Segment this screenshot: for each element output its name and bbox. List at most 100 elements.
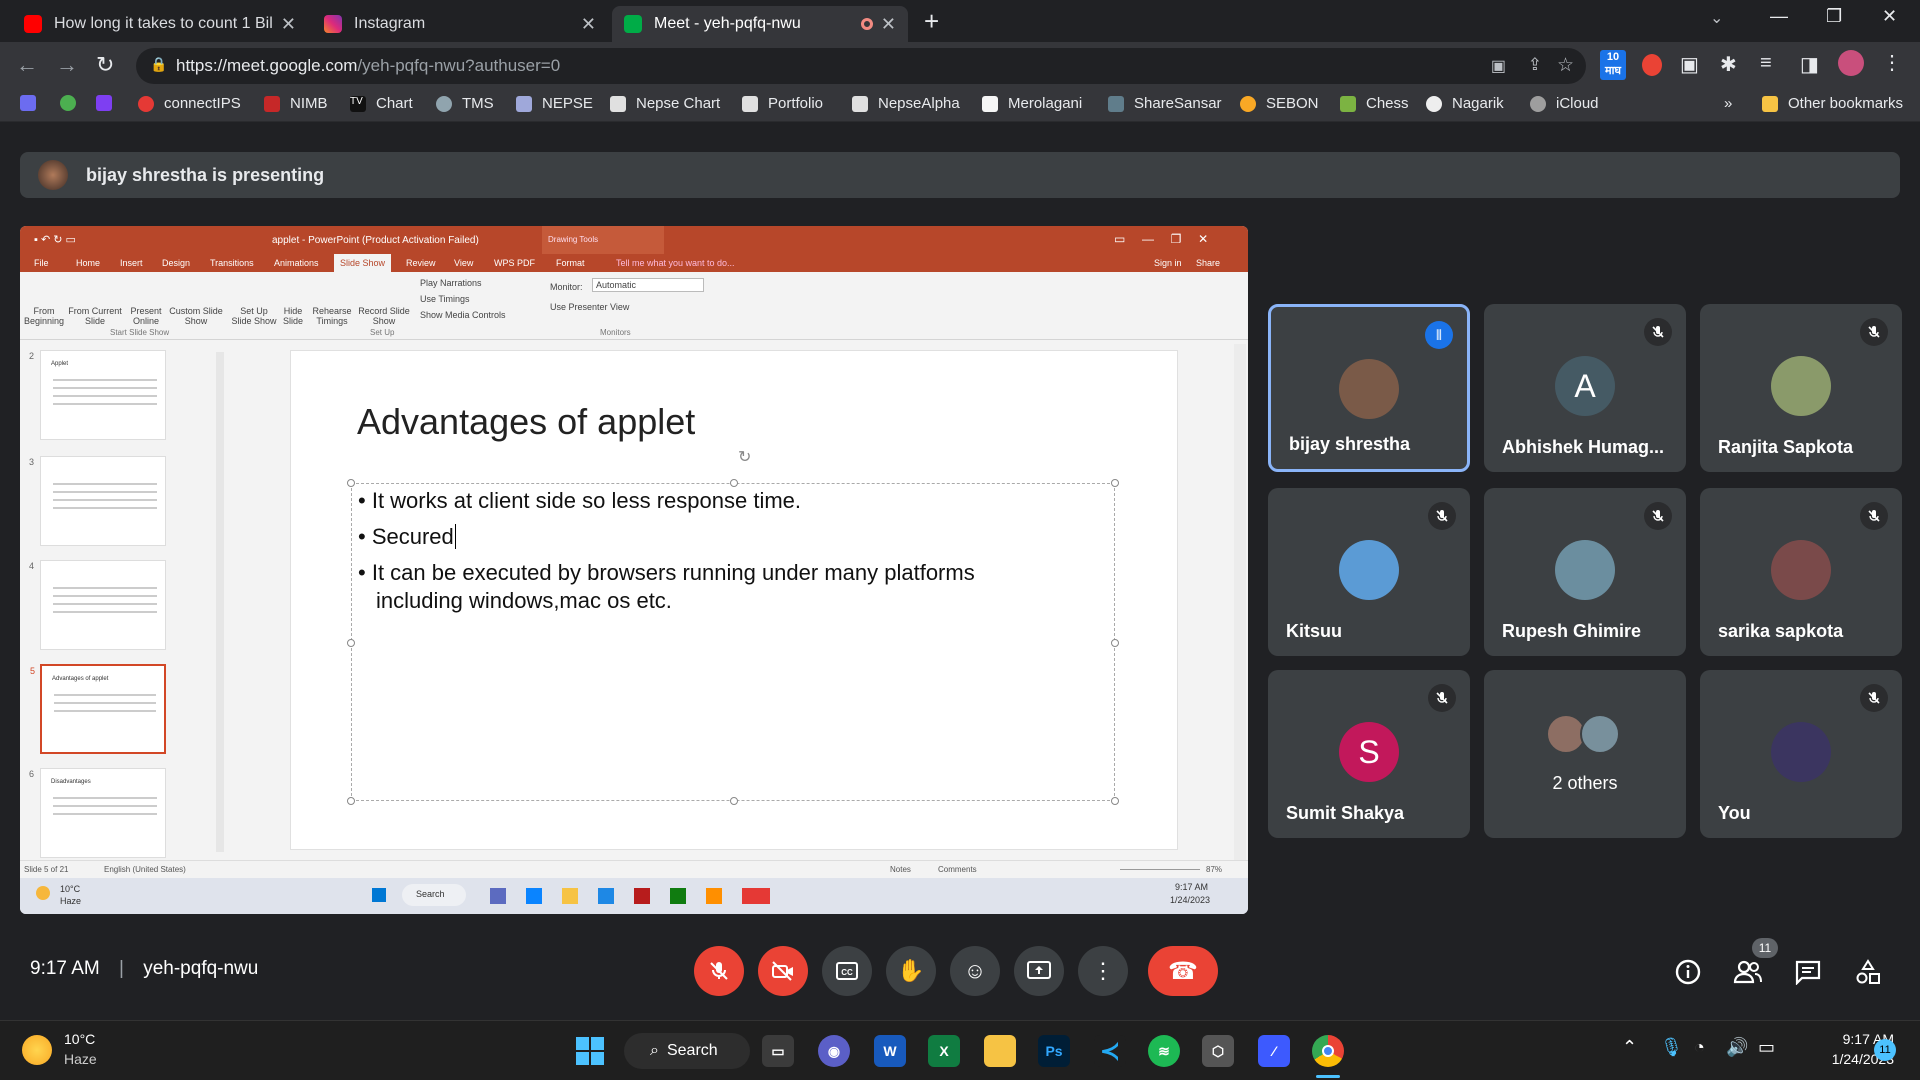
present-button[interactable] [1014,946,1064,996]
raise-hand-button[interactable]: ✋ [886,946,936,996]
close-icon[interactable]: ✕ [281,14,296,35]
task-view-icon[interactable]: ▭ [762,1035,794,1067]
participant-tile[interactable]: sarika sapkota [1700,488,1902,656]
back-icon[interactable]: ← [16,52,38,78]
bookmark-sebon[interactable]: SEBON [1240,95,1319,112]
address-bar[interactable]: 🔒 https://meet.google.com/yeh-pqfq-nwu?a… [136,48,1586,84]
window-close-button[interactable]: ✕ [1882,6,1897,27]
bookmark-nagarik[interactable]: Nagarik [1426,95,1504,112]
bookmark-icon-1[interactable] [20,95,46,111]
bookmark-icloud[interactable]: iCloud [1530,95,1599,112]
windows-start-button[interactable] [574,1035,606,1067]
bookmark-nepse-chart[interactable]: Nepse Chart [610,95,720,112]
participant-tile[interactable]: Kitsuu [1268,488,1470,656]
file-explorer-icon[interactable] [984,1035,1016,1067]
camera-off-button[interactable] [758,946,808,996]
tab-meet[interactable]: Meet - yeh-pqfq-nwu ✕ [612,6,908,42]
chrome-icon[interactable] [1312,1035,1344,1067]
teams-chat-icon[interactable]: ◉ [818,1035,850,1067]
photoshop-icon[interactable]: Ps [1038,1035,1070,1067]
bookmark-portfolio[interactable]: Portfolio [742,95,823,112]
mic-off-icon [710,962,728,980]
sidepanel-icon[interactable]: ◨ [1800,52,1819,77]
participant-tile[interactable]: Ranjita Sapkota [1700,304,1902,472]
extension-screen-icon[interactable]: ▣ [1680,52,1699,77]
app-icon[interactable]: ⁄ [1258,1035,1290,1067]
participant-tile[interactable]: You [1700,670,1902,838]
participant-name: Kitsuu [1286,621,1342,641]
bookmark-icon-2[interactable] [60,95,86,111]
bookmarks-bar: connectIPS NIMB TV Chart TMS NEPSE Nepse … [0,90,1920,122]
mic-muted-icon [1860,684,1888,712]
reload-icon[interactable]: ↻ [96,52,114,78]
meeting-details-button[interactable] [1670,954,1706,990]
bookmark-label: ShareSansar [1134,95,1222,112]
captions-button[interactable]: CC [822,946,872,996]
bookmark-sharesansar[interactable]: ShareSansar [1108,95,1222,112]
extension-red-icon[interactable] [1642,54,1662,76]
wifi-icon[interactable]: ◔ [1694,1037,1705,1058]
weather-icon[interactable] [22,1035,52,1065]
bookmark-nepsealpha[interactable]: NepseAlpha [852,95,960,112]
media-icon[interactable]: ≡ [1760,52,1772,75]
bookmark-icon-3[interactable] [96,95,122,111]
bookmark-merolagani[interactable]: Merolagani [982,95,1082,112]
participant-tile[interactable]: S Sumit Shakya [1268,670,1470,838]
search-label: Search [666,1042,718,1059]
more-options-button[interactable]: ⋮ [1078,946,1128,996]
bookmark-connectips[interactable]: connectIPS [138,95,241,112]
participant-tile[interactable]: A Abhishek Humag... [1484,304,1686,472]
microphone-icon[interactable]: 🎙 [1660,1037,1683,1058]
calendar-extension-icon[interactable]: 10 माघ [1600,50,1626,80]
restore-button[interactable]: ❐ [1826,6,1842,27]
activities-button[interactable] [1850,954,1886,990]
forward-icon[interactable]: → [56,52,78,78]
other-bookmarks[interactable]: Other bookmarks [1762,95,1903,112]
vscode-icon[interactable]: ≺ [1094,1035,1126,1067]
battery-icon[interactable]: ▭ [1758,1037,1775,1058]
tab-youtube[interactable]: How long it takes to count 1 Billi ✕ [12,6,308,42]
bookmarks-overflow[interactable]: » [1724,95,1732,112]
ppt-status-bar: Slide 5 of 21 English (United States) No… [20,860,1248,878]
bookmark-label: NepseAlpha [878,95,960,112]
excel-icon[interactable]: X [928,1035,960,1067]
bookmark-label: Nagarik [1452,95,1504,112]
unity-icon[interactable]: ⬡ [1202,1035,1234,1067]
participant-tile[interactable]: Rupesh Ghimire [1484,488,1686,656]
spotify-icon[interactable]: ≋ [1148,1035,1180,1067]
resize-handle [1111,639,1119,647]
participant-tile[interactable]: 2 others [1484,670,1686,838]
bookmark-chess[interactable]: Chess [1340,95,1409,112]
notification-badge[interactable]: 11 [1874,1039,1896,1061]
star-icon[interactable]: ☆ [1557,54,1574,77]
slide-title: Advantages of applet [357,401,696,442]
people-button[interactable] [1730,954,1766,990]
menu-icon[interactable]: ⋮ [1882,50,1902,75]
puzzle-icon[interactable]: ✱ [1720,52,1737,77]
resize-handle [347,479,355,487]
bookmark-chart[interactable]: TV Chart [350,95,413,112]
new-tab-button[interactable]: + [924,6,939,37]
ppt-group-label: Monitors [600,328,631,337]
reactions-button[interactable]: ☺ [950,946,1000,996]
word-icon[interactable]: W [874,1035,906,1067]
bookmark-tms[interactable]: TMS [436,95,494,112]
bookmark-nimb[interactable]: NIMB [264,95,328,112]
chat-button[interactable] [1790,954,1826,990]
close-icon[interactable]: ✕ [881,14,896,35]
share-icon[interactable]: ⇪ [1528,55,1542,75]
leave-call-button[interactable]: ☎ [1148,946,1218,996]
minimize-button[interactable]: — [1770,6,1788,27]
tab-instagram[interactable]: Instagram ✕ [312,6,608,42]
close-icon[interactable]: ✕ [581,14,596,35]
profile-avatar[interactable] [1838,50,1864,76]
participant-tile[interactable]: ⦀ bijay shrestha [1268,304,1470,472]
taskbar-search[interactable]: ⌕ Search [624,1033,750,1069]
volume-icon[interactable]: 🔊 [1726,1037,1748,1058]
chevron-up-icon[interactable]: ⌃ [1622,1037,1637,1058]
bookmark-nepse[interactable]: NEPSE [516,95,593,112]
ppt-tab: Animations [274,258,319,268]
camera-blocked-icon[interactable]: ▣ [1491,56,1506,76]
mic-off-button[interactable] [694,946,744,996]
tab-search-icon[interactable]: ⌄ [1710,8,1723,28]
